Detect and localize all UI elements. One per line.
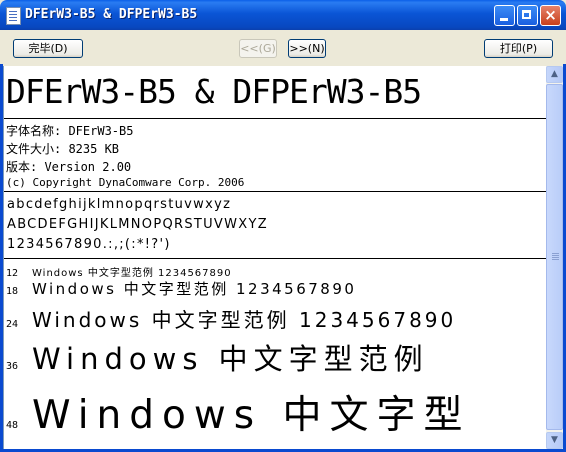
sample-row-36: 36 Windows 中文字型范例 bbox=[4, 336, 429, 378]
uppercase-sample: ABCDEFGHIJKLMNOPQRSTUVWXYZ bbox=[7, 217, 268, 232]
sample-size-label: 36 bbox=[6, 361, 19, 372]
sample-size-label: 24 bbox=[6, 319, 19, 330]
file-size-info: 文件大小: 8235 KB bbox=[6, 142, 120, 156]
sample-text: Windows 中文字型范例 1234567890 bbox=[32, 308, 457, 332]
sample-row-24: 24 Windows 中文字型范例 1234567890 bbox=[4, 304, 456, 333]
vertical-scrollbar[interactable]: ▲ ▼ bbox=[546, 66, 563, 449]
font-heading: DFErW3-B5 & DFPErW3-B5 bbox=[6, 72, 422, 111]
grip-icon bbox=[552, 253, 559, 254]
version-info: 版本: Version 2.00 bbox=[6, 160, 132, 174]
sample-text: Windows 中文字型范例 bbox=[32, 342, 429, 376]
sample-size-label: 48 bbox=[6, 420, 19, 431]
minimize-icon bbox=[500, 18, 508, 21]
divider bbox=[4, 258, 546, 259]
sample-text: Windows 中文字型范例 1234567890 bbox=[32, 280, 357, 298]
copyright-info: (c) Copyright DynaComware Corp. 2006 bbox=[6, 176, 245, 189]
divider bbox=[4, 118, 546, 119]
up-arrow-icon: ▲ bbox=[551, 69, 558, 79]
sample-size-label: 18 bbox=[6, 286, 19, 297]
digits-sample: 1234567890.:,;(:*!?') bbox=[7, 237, 171, 252]
close-icon: × bbox=[544, 6, 557, 24]
next-button[interactable]: >>(N) bbox=[288, 39, 326, 58]
maximize-button[interactable] bbox=[517, 5, 538, 26]
close-button[interactable]: × bbox=[540, 5, 561, 26]
lowercase-sample: abcdefghijklmnopqrstuvwxyz bbox=[7, 197, 232, 212]
sample-row-48: 48 Windows 中文字型 bbox=[4, 384, 471, 440]
title-bar[interactable]: DFErW3-B5 & DFPErW3-B5 × bbox=[0, 0, 566, 30]
print-button[interactable]: 打印(P) bbox=[484, 39, 553, 58]
maximize-icon bbox=[522, 10, 531, 19]
sample-row-18: 18 Windows 中文字型范例 1234567890 bbox=[4, 278, 356, 299]
sample-text: Windows 中文字型 bbox=[32, 393, 471, 438]
font-preview-pane: DFErW3-B5 & DFPErW3-B5 字体名称: DFErW3-B5 文… bbox=[3, 66, 546, 449]
window-title: DFErW3-B5 & DFPErW3-B5 bbox=[25, 7, 198, 22]
done-button[interactable]: 完毕(D) bbox=[13, 39, 83, 58]
down-arrow-icon: ▼ bbox=[551, 435, 558, 445]
minimize-button[interactable] bbox=[494, 5, 515, 26]
divider bbox=[4, 191, 546, 192]
scroll-thumb[interactable] bbox=[546, 84, 563, 430]
toolbar: 完毕(D) <<(G) >>(N) 打印(P) bbox=[0, 30, 566, 64]
previous-button[interactable]: <<(G) bbox=[239, 39, 277, 58]
scroll-down-button[interactable]: ▼ bbox=[546, 432, 563, 449]
font-name-info: 字体名称: DFErW3-B5 bbox=[6, 124, 134, 138]
document-icon bbox=[6, 7, 21, 25]
scroll-up-button[interactable]: ▲ bbox=[546, 66, 563, 83]
